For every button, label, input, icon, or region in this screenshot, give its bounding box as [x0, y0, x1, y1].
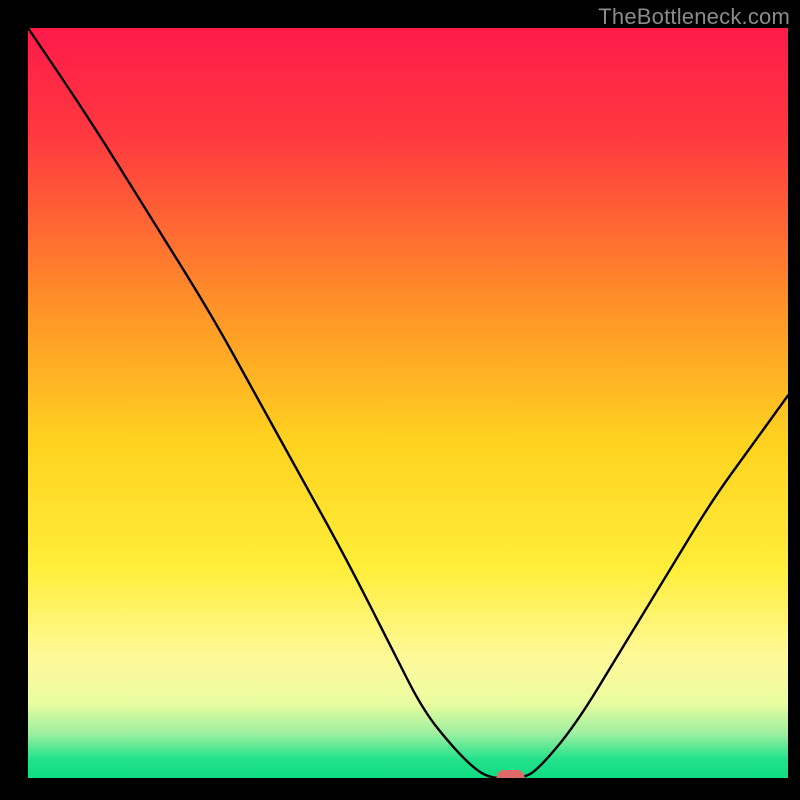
- gradient-background: [28, 28, 788, 778]
- chart-plot-area: [28, 28, 788, 778]
- chart-frame: TheBottleneck.com: [0, 0, 800, 800]
- optimal-marker: [497, 770, 525, 778]
- watermark-text: TheBottleneck.com: [598, 4, 790, 30]
- chart-svg: [28, 28, 788, 778]
